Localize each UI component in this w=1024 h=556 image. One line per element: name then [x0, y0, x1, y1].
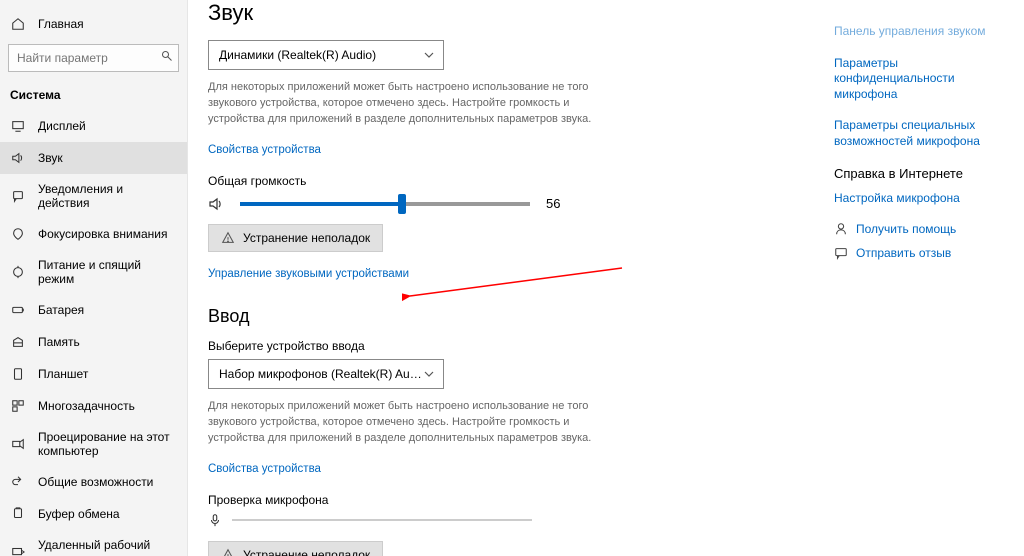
sidebar-icon-8	[10, 398, 26, 414]
main-content: Звук Динамики (Realtek(R) Audio) Для нек…	[188, 0, 834, 556]
sidebar-icon-4	[10, 264, 26, 280]
mic-level-bar	[232, 519, 532, 521]
volume-label: Общая громкость	[208, 174, 834, 188]
feedback-icon	[834, 246, 848, 260]
input-device-props-link[interactable]: Свойства устройства	[208, 463, 321, 475]
sidebar-item-1[interactable]: Звук	[0, 142, 187, 174]
right-link-0[interactable]: Панель управления звуком	[834, 24, 1008, 40]
sidebar-label-11: Буфер обмена	[38, 507, 120, 521]
feedback-label: Отправить отзыв	[856, 246, 951, 260]
sidebar-label-3: Фокусировка внимания	[38, 227, 167, 241]
sidebar-icon-3	[10, 226, 26, 242]
sidebar-label-4: Питание и спящий режим	[38, 258, 177, 286]
sidebar-category: Система	[0, 82, 187, 110]
slider-thumb[interactable]	[398, 194, 406, 214]
sidebar-icon-10	[10, 474, 26, 490]
support-link[interactable]: Получить помощь	[834, 222, 1008, 236]
help-heading: Справка в Интернете	[834, 166, 1008, 181]
right-column: Панель управления звуком Параметры конфи…	[834, 0, 1024, 556]
troubleshoot-label: Устранение неполадок	[243, 231, 370, 245]
sidebar-item-6[interactable]: Память	[0, 326, 187, 358]
sidebar-icon-2	[10, 188, 26, 204]
support-label: Получить помощь	[856, 222, 956, 236]
search-icon	[161, 50, 173, 62]
device-props-link[interactable]: Свойства устройства	[208, 144, 321, 156]
sidebar-item-7[interactable]: Планшет	[0, 358, 187, 390]
input-device-dropdown[interactable]: Набор микрофонов (Realtek(R) Au…	[208, 359, 444, 389]
sidebar-label-9: Проецирование на этот компьютер	[38, 430, 177, 458]
output-device-dropdown[interactable]: Динамики (Realtek(R) Audio)	[208, 40, 444, 70]
sidebar-item-8[interactable]: Многозадачность	[0, 390, 187, 422]
input-troubleshoot-button[interactable]: Устранение неполадок	[208, 541, 383, 556]
sidebar: Главная Система Дисплей Звук Уведомления и…	[0, 0, 188, 556]
volume-icon	[208, 196, 224, 212]
sidebar-icon-0	[10, 118, 26, 134]
sidebar-label-2: Уведомления и действия	[38, 182, 177, 210]
right-link-1[interactable]: Параметры конфиденциальности микрофона	[834, 56, 1008, 103]
sidebar-label-1: Звук	[38, 151, 63, 165]
sidebar-item-3[interactable]: Фокусировка внимания	[0, 218, 187, 250]
home-icon	[10, 16, 26, 32]
sidebar-label-8: Многозадачность	[38, 399, 135, 413]
chevron-down-icon	[423, 368, 435, 380]
manage-devices-link[interactable]: Управление звуковыми устройствами	[208, 268, 409, 280]
sidebar-label-12: Удаленный рабочий стол	[38, 538, 177, 556]
sidebar-icon-6	[10, 334, 26, 350]
input-troubleshoot-label: Устранение неполадок	[243, 548, 370, 556]
search-wrap	[0, 40, 187, 82]
warning-icon	[221, 231, 235, 245]
sidebar-icon-5	[10, 302, 26, 318]
sidebar-item-10[interactable]: Общие возможности	[0, 466, 187, 498]
microphone-icon	[208, 513, 222, 527]
sidebar-label-5: Батарея	[38, 303, 84, 317]
sidebar-item-12[interactable]: Удаленный рабочий стол	[0, 530, 187, 556]
sidebar-item-2[interactable]: Уведомления и действия	[0, 174, 187, 218]
sidebar-item-0[interactable]: Дисплей	[0, 110, 187, 142]
mic-check-label: Проверка микрофона	[208, 493, 834, 507]
sidebar-icon-12	[10, 544, 26, 556]
sidebar-icon-1	[10, 150, 26, 166]
sidebar-icon-9	[10, 436, 26, 452]
support-icon	[834, 222, 848, 236]
sidebar-item-11[interactable]: Буфер обмена	[0, 498, 187, 530]
sidebar-label-7: Планшет	[38, 367, 88, 381]
feedback-link[interactable]: Отправить отзыв	[834, 246, 1008, 260]
sidebar-item-9[interactable]: Проецирование на этот компьютер	[0, 422, 187, 466]
sidebar-label-6: Память	[38, 335, 80, 349]
page-title: Звук	[208, 0, 834, 26]
sidebar-icon-7	[10, 366, 26, 382]
search-input[interactable]	[8, 44, 179, 72]
sidebar-item-5[interactable]: Батарея	[0, 294, 187, 326]
sidebar-icon-11	[10, 506, 26, 522]
home-label: Главная	[38, 17, 84, 31]
home-nav[interactable]: Главная	[0, 8, 187, 40]
sidebar-item-4[interactable]: Питание и спящий режим	[0, 250, 187, 294]
help-link[interactable]: Настройка микрофона	[834, 191, 1008, 207]
volume-slider[interactable]	[240, 202, 530, 206]
input-device-value: Набор микрофонов (Realtek(R) Au…	[219, 367, 422, 381]
troubleshoot-button[interactable]: Устранение неполадок	[208, 224, 383, 252]
input-note: Для некоторых приложений может быть наст…	[208, 399, 618, 447]
chevron-down-icon	[423, 49, 435, 61]
warning-icon	[221, 548, 235, 556]
right-link-2[interactable]: Параметры специальных возможностей микро…	[834, 118, 1008, 149]
input-heading: Ввод	[208, 306, 834, 327]
output-note: Для некоторых приложений может быть наст…	[208, 80, 618, 128]
output-device-value: Динамики (Realtek(R) Audio)	[219, 48, 376, 62]
volume-value: 56	[546, 196, 560, 211]
input-label: Выберите устройство ввода	[208, 339, 834, 353]
sidebar-label-0: Дисплей	[38, 119, 86, 133]
sidebar-label-10: Общие возможности	[38, 475, 153, 489]
